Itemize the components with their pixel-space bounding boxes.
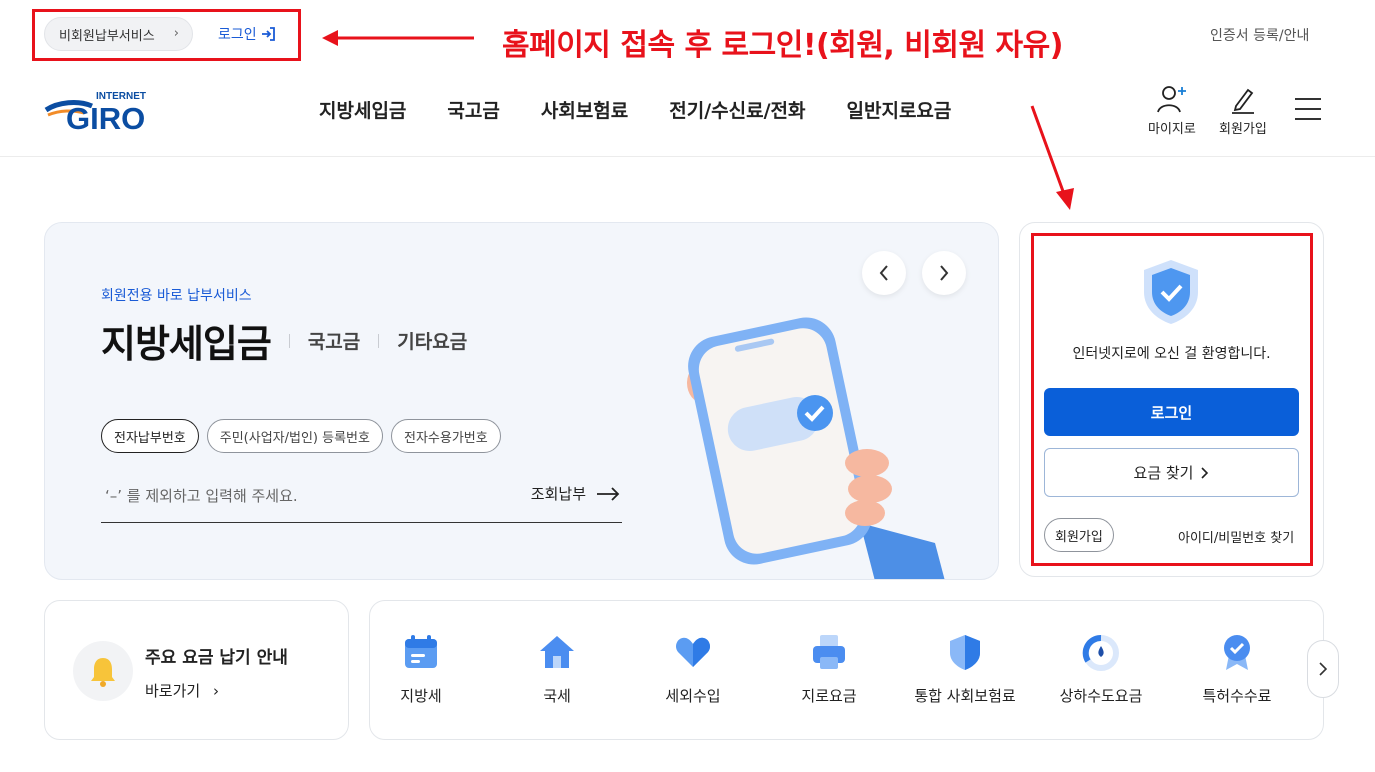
nav-item-local-tax[interactable]: 지방세입금 xyxy=(319,96,406,123)
pencil-icon xyxy=(1231,88,1254,114)
header-join-button[interactable]: 회원가입 xyxy=(1219,84,1267,137)
tab-other-fees[interactable]: 기타요금 xyxy=(397,327,467,354)
arrow-right-icon xyxy=(597,486,620,501)
header-divider xyxy=(0,156,1375,157)
service-giro-fee[interactable]: 지로요금 xyxy=(769,633,889,706)
carousel-prev-button[interactable] xyxy=(862,251,906,295)
service-label: 국세 xyxy=(543,687,571,705)
medal-icon xyxy=(1224,635,1250,670)
chevron-left-icon xyxy=(879,265,888,281)
certificate-link[interactable]: 인증서 등록/안내 xyxy=(1210,25,1309,45)
notice-shortcut-link[interactable]: 바로가기 › xyxy=(145,680,219,701)
inquiry-payment-label: 조회납부 xyxy=(530,485,586,503)
search-type-chips: 전자납부번호 주민(사업자/법인) 등록번호 전자수용가번호 xyxy=(101,419,501,453)
tab-divider xyxy=(378,333,380,348)
service-water-fee[interactable]: 상하수도요금 xyxy=(1041,633,1161,706)
house-icon xyxy=(540,636,574,668)
menu-icon[interactable] xyxy=(1295,98,1321,120)
tab-local-tax[interactable]: 지방세입금 xyxy=(101,313,272,368)
service-local-tax[interactable]: 지방세 xyxy=(361,633,481,706)
shield-icon xyxy=(950,635,980,670)
user-plus-icon xyxy=(1157,86,1186,113)
welcome-text: 인터넷지로에 오신 걸 환영합니다. xyxy=(1072,346,1271,362)
payment-number-input[interactable]: ‘–’ 를 제외하고 입력해 주세요. 조회납부 xyxy=(101,481,622,523)
phone-hand-illustration xyxy=(687,317,945,579)
service-label: 지방세 xyxy=(400,687,442,705)
chevron-right-icon: › xyxy=(212,682,219,700)
notice-title: 주요 요금 납기 안내 xyxy=(145,648,288,668)
service-non-tax-revenue[interactable]: 세외수입 xyxy=(633,633,753,706)
chip-customer-number[interactable]: 전자수용가번호 xyxy=(390,419,501,453)
service-patent-fee[interactable]: 특허수수료 xyxy=(1177,633,1297,706)
printer-icon xyxy=(813,635,845,669)
service-integrated-social-insurance[interactable]: 통합 사회보험료 xyxy=(905,633,1025,706)
shield-check-icon xyxy=(1144,260,1198,324)
giro-logo[interactable]: INTERNET GIRO xyxy=(44,88,160,132)
my-giro-button[interactable]: 마이지로 xyxy=(1148,84,1196,137)
inquiry-payment-button[interactable]: 조회납부 xyxy=(531,483,620,504)
annotation-arrow-down xyxy=(1030,105,1074,210)
services-next-button[interactable] xyxy=(1307,640,1339,698)
payment-number-placeholder: ‘–’ 를 제외하고 입력해 주세요. xyxy=(105,487,298,505)
hero-subtitle: 회원전용 바로 납부서비스 xyxy=(101,288,252,304)
annotation-box-top-login xyxy=(32,9,301,61)
service-shortcuts-card: 지방세 국세 세외수입 지로요금 통합 사회보험료 상하수도요금 특허수수료 xyxy=(369,600,1324,740)
tab-national-treasury[interactable]: 국고금 xyxy=(308,327,360,354)
find-id-password-link[interactable]: 아이디/비밀번호 찾기 xyxy=(1178,527,1294,546)
carousel-next-button[interactable] xyxy=(922,251,966,295)
top-bar: 비회원납부서비스 › 로그인 홈페이지 접속 후 로그인!(회원, 비회원 자유… xyxy=(0,0,1375,70)
join-button[interactable]: 회원가입 xyxy=(1044,518,1114,552)
service-national-tax[interactable]: 국세 xyxy=(497,633,617,706)
chip-registration-number[interactable]: 주민(사업자/법인) 등록번호 xyxy=(206,419,383,453)
tab-divider xyxy=(288,333,290,348)
chevron-right-icon xyxy=(940,265,949,281)
login-button[interactable]: 로그인 xyxy=(1044,388,1299,436)
service-label: 상하수도요금 xyxy=(1059,687,1143,705)
logo-giro-text: GIRO xyxy=(66,101,145,132)
my-giro-label: 마이지로 xyxy=(1148,122,1196,137)
notice-shortcut-label: 바로가기 xyxy=(145,682,201,700)
hero-payment-card: 회원전용 바로 납부서비스 지방세입금 국고금 기타요금 전자납부번호 주민(사… xyxy=(44,222,999,580)
chevron-right-icon xyxy=(1319,662,1327,676)
due-date-notice-card[interactable]: 주요 요금 납기 안내 바로가기 › xyxy=(44,600,349,740)
bell-icon xyxy=(73,641,133,701)
find-fee-label: 요금 찾기 xyxy=(1133,464,1194,482)
heart-icon xyxy=(675,637,711,667)
annotation-text: 홈페이지 접속 후 로그인!(회원, 비회원 자유) xyxy=(502,28,1063,63)
chip-electronic-payment-number[interactable]: 전자납부번호 xyxy=(101,419,199,453)
hero-tabs: 지방세입금 국고금 기타요금 xyxy=(101,313,467,368)
header-join-label: 회원가입 xyxy=(1219,122,1267,137)
nav-item-social-insurance[interactable]: 사회보험료 xyxy=(541,96,628,123)
nav-item-general-giro[interactable]: 일반지로요금 xyxy=(847,96,952,123)
nav-item-utilities[interactable]: 전기/수신료/전화 xyxy=(669,96,805,123)
annotation-arrow-left xyxy=(322,30,474,46)
service-label: 세외수입 xyxy=(665,687,721,705)
find-fee-button[interactable]: 요금 찾기 xyxy=(1044,448,1299,497)
main-nav: 지방세입금 국고금 사회보험료 전기/수신료/전화 일반지로요금 xyxy=(319,96,951,123)
service-label: 지로요금 xyxy=(801,687,857,705)
service-label: 특허수수료 xyxy=(1202,687,1272,705)
chevron-right-icon xyxy=(1201,466,1209,479)
service-label: 통합 사회보험료 xyxy=(914,687,1016,705)
calendar-icon xyxy=(405,635,437,668)
nav-item-national-treasury[interactable]: 국고금 xyxy=(447,96,499,123)
gauge-icon xyxy=(1082,634,1119,671)
